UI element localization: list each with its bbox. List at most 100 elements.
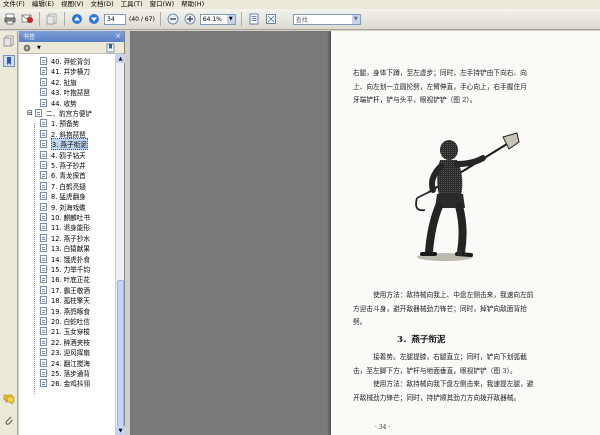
bookmark-item[interactable]: 41. 井步横刀	[40, 66, 90, 76]
page-number-value: 34	[107, 15, 115, 23]
page-number-input[interactable]: 34	[104, 13, 126, 25]
scroll-up-icon[interactable]: ▲	[116, 54, 125, 63]
bookmark-page-icon	[40, 306, 47, 315]
pages-panel-icon[interactable]	[3, 35, 15, 47]
bookmark-item[interactable]: 6. 青龙探首	[40, 170, 86, 180]
bookmark-page-icon	[40, 129, 47, 138]
bookmark-item[interactable]: 25. 落步通背	[40, 368, 90, 378]
bookmark-item[interactable]: 23. 迎风挥扇	[40, 347, 90, 357]
zoom-select[interactable]: 64.1% ▼	[199, 13, 236, 25]
toolbar-separator	[39, 12, 40, 26]
bookmark-page-icon	[40, 379, 47, 388]
bookmark-item[interactable]: 42. 扯旗	[40, 77, 77, 87]
page-text-line: 方迎击斗身，避开敌器械劲力锋芒；同时，掉铲向敌面背抢	[353, 304, 527, 313]
bookmark-label: 42. 扯旗	[51, 78, 77, 87]
bookmark-label: 21. 玉女穿梭	[51, 328, 90, 337]
bookmark-item[interactable]: 26. 金鸡抖翎	[40, 378, 90, 388]
bookmark-label: 17. 霸王敬酒	[51, 286, 90, 295]
bookmark-label: 4. 鸥子钻天	[51, 151, 86, 160]
page-text-line: 右腿，身体下蹲，至左虚步；同时，左手持铲由下向右、向	[353, 69, 527, 77]
bookmark-page-icon	[40, 317, 47, 325]
bookmark-item[interactable]: 44. 收势	[40, 98, 77, 108]
bookmarks-toolbar: ▼	[19, 42, 124, 54]
menu-item-0[interactable]: 文件(F)	[3, 0, 25, 9]
zoom-out-icon[interactable]	[166, 12, 180, 26]
document-viewport[interactable]: 右腿，身体下蹲，至左虚步；同时，左手持铲由下向右、向 上、向左划一立圆抡劈，左臂伸…	[130, 31, 600, 435]
bookmark-item[interactable]: 10. 麒麟吐书	[40, 212, 90, 222]
bookmark-label: 12. 燕子抄水	[51, 234, 90, 243]
chevron-down-icon[interactable]: ▼	[351, 14, 360, 24]
bookmark-page-icon	[40, 213, 47, 221]
bookmark-item[interactable]: 8. 猛虎翻身	[40, 191, 86, 201]
bookmark-label: 7. 白鹤亮翅	[51, 182, 86, 191]
bookmark-page-icon	[40, 98, 47, 107]
prev-page-icon[interactable]	[70, 12, 84, 26]
options-icon[interactable]	[23, 43, 33, 53]
bookmarks-scrollbar[interactable]: ▲ ▼	[115, 54, 125, 435]
bookmark-item[interactable]: 14. 饿虎扑食	[40, 254, 90, 264]
menu-item-3[interactable]: 文档(D)	[91, 0, 114, 9]
bookmark-item[interactable]: 22. 醉酒夹枝	[40, 337, 90, 347]
bookmarks-panel-icon[interactable]	[3, 55, 15, 67]
collapse-toggle-icon[interactable]: ⊟	[27, 109, 33, 117]
toolbar-separator	[240, 12, 242, 26]
bookmark-item[interactable]: 7. 白鹤亮翅	[40, 181, 86, 191]
menu-item-5[interactable]: 窗口(W)	[150, 0, 175, 9]
bookmark-item[interactable]: 12. 燕子抄水	[40, 233, 90, 243]
bookmark-label: 26. 金鸡抖翎	[51, 380, 90, 389]
acrobat-window: 文件(F) 编辑(E) 视图(V) 文档(D) 工具(T) 窗口(W) 帮助(H) 34 (…	[0, 0, 600, 435]
attachment-icon[interactable]	[3, 415, 15, 427]
bookmark-item[interactable]: 40. 莽蛇背剑	[40, 56, 90, 66]
print-icon[interactable]	[3, 12, 17, 26]
bookmark-item[interactable]: 16. 叶底正花	[40, 274, 90, 284]
bookmark-label: 43. 叶抱琵琶	[51, 89, 90, 98]
fit-page-icon[interactable]	[247, 12, 261, 26]
bookmark-item[interactable]: 43. 叶抱琵琶	[40, 87, 90, 97]
pages-icon[interactable]	[45, 12, 59, 26]
bookmark-item[interactable]: 1. 预备势	[40, 118, 79, 128]
bookmark-label: 6. 青龙探首	[51, 172, 86, 181]
bookmark-item[interactable]: 4. 鸥子钻天	[40, 150, 86, 160]
menu-item-2[interactable]: 视图(V)	[61, 0, 84, 9]
navigation-rail	[0, 31, 18, 435]
menu-item-4[interactable]: 工具(T)	[121, 0, 143, 9]
comments-icon[interactable]	[3, 393, 15, 405]
full-screen-icon[interactable]	[264, 12, 278, 26]
bookmark-item[interactable]: 20. 白蛇吐信	[40, 316, 90, 326]
bookmark-label: 5. 燕子抄井	[51, 162, 86, 170]
bookmark-page-icon	[40, 192, 47, 201]
bookmark-page-icon	[40, 119, 47, 128]
zoom-in-icon[interactable]	[183, 12, 197, 26]
bookmark-item[interactable]: 3. 燕子衔泥	[40, 138, 88, 151]
search-placeholder: 查找	[295, 16, 308, 24]
menu-item-1[interactable]: 编辑(E)	[32, 0, 54, 9]
next-page-icon[interactable]	[87, 12, 101, 26]
toolbar-separator	[64, 12, 65, 26]
bookmark-item[interactable]: 17. 霸王敬酒	[40, 285, 90, 295]
chevron-down-icon[interactable]: ▼	[226, 14, 235, 24]
chevron-down-icon[interactable]: ▼	[37, 45, 41, 51]
bookmark-item[interactable]: ⊟ 二、豹宫方便铲	[27, 108, 92, 118]
bookmark-item[interactable]: 9. 刘海戏蟾	[40, 202, 86, 212]
bookmark-item[interactable]: 18. 孤柱擎天	[40, 295, 90, 305]
bookmark-item[interactable]: 24. 翻江搅海	[40, 358, 90, 368]
bookmark-page-icon	[40, 171, 47, 180]
bookmark-item[interactable]: 21. 玉女穿梭	[40, 326, 90, 336]
search-input[interactable]: 查找 ▼	[292, 13, 361, 25]
bookmark-label: 23. 迎风挥扇	[51, 349, 90, 358]
bookmark-page-icon	[40, 296, 47, 305]
menu-item-6[interactable]: 帮助(H)	[181, 0, 204, 9]
bookmark-item[interactable]: 5. 燕子抄井	[40, 160, 86, 170]
bookmark-item[interactable]: 15. 力举千钧	[40, 264, 90, 274]
bookmark-item[interactable]: 19. 燕鸽啄食	[40, 306, 90, 316]
close-icon[interactable]: ×	[115, 31, 121, 42]
page-text-line: 劈。	[353, 318, 367, 327]
scroll-down-icon[interactable]: ▼	[116, 426, 125, 435]
bookmark-item[interactable]: 13. 白猿献果	[40, 243, 90, 253]
email-icon[interactable]	[20, 12, 34, 26]
bookmark-page-icon	[40, 254, 47, 263]
bookmark-item[interactable]: 11. 退身能形	[40, 222, 90, 232]
bookmark-label: 14. 饿虎扑食	[51, 255, 90, 264]
scrollbar-thumb[interactable]	[117, 280, 124, 428]
new-bookmark-icon[interactable]	[106, 43, 116, 53]
